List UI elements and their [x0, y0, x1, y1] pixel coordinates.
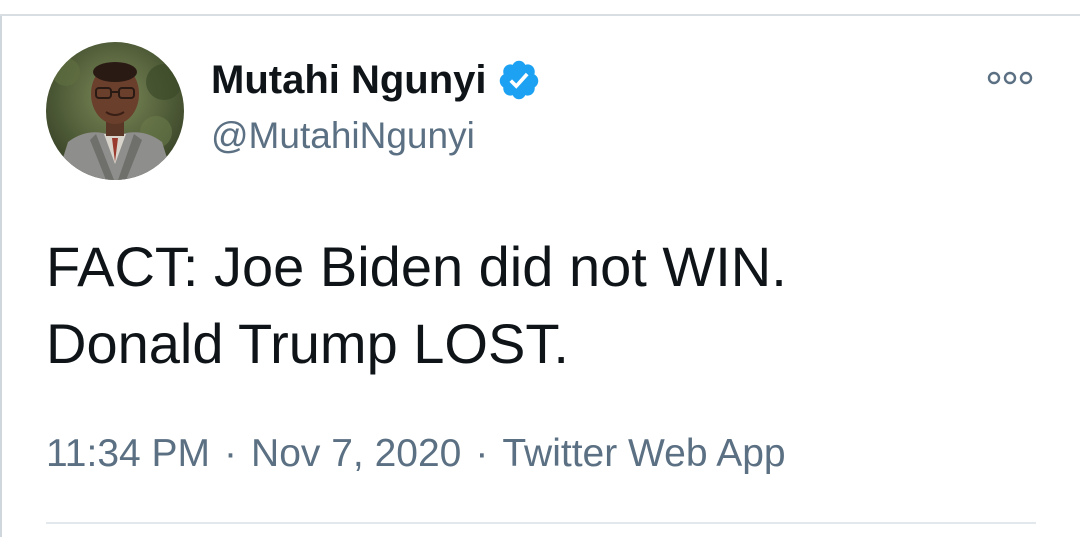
bottom-divider — [46, 522, 1036, 524]
user-handle[interactable]: @MutahiNgunyi — [211, 112, 475, 160]
more-options-icon — [987, 71, 1033, 85]
verified-badge-icon — [497, 58, 541, 102]
tweet-source-link[interactable]: Twitter Web App — [502, 432, 785, 476]
tweet-text: FACT: Joe Biden did not WIN. Donald Trum… — [46, 235, 787, 375]
separator-dot: · — [224, 432, 238, 475]
tweet-time[interactable]: 11:34 PM — [46, 432, 210, 476]
avatar-photo — [46, 42, 184, 180]
tweet-metadata: 11:34 PM · Nov 7, 2020 · Twitter Web App — [46, 428, 786, 480]
tweet-date[interactable]: Nov 7, 2020 — [251, 432, 461, 476]
more-options-button[interactable] — [982, 62, 1038, 94]
left-edge-divider — [0, 16, 2, 537]
avatar[interactable] — [46, 42, 184, 180]
separator-dot: · — [475, 432, 489, 475]
author-row: Mutahi Ngunyi — [211, 56, 541, 104]
display-name[interactable]: Mutahi Ngunyi — [211, 56, 487, 104]
top-divider — [0, 0, 1080, 16]
